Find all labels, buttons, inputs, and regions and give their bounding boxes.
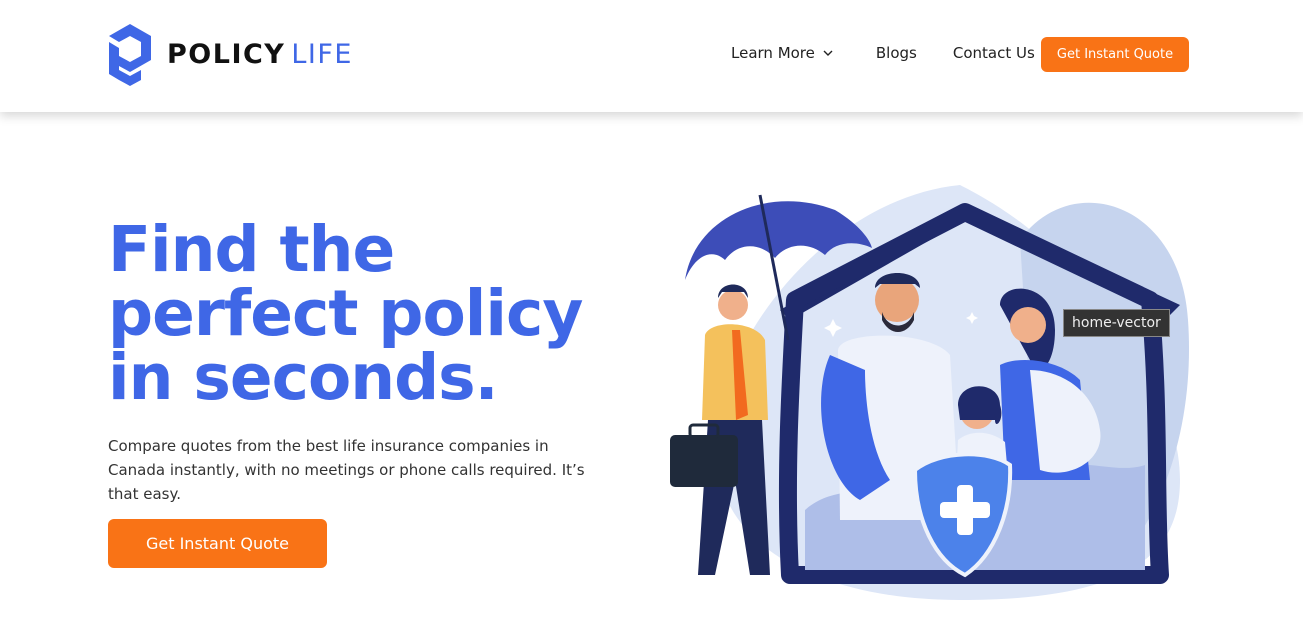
home-vector-illustration [670, 185, 1190, 600]
site-logo[interactable]: POLICY LIFE [107, 22, 353, 86]
header-get-quote-button[interactable]: Get Instant Quote [1041, 37, 1189, 72]
logo-text-life: LIFE [291, 38, 353, 70]
site-header: POLICY LIFE Learn More Blogs Contact Us G… [0, 0, 1303, 112]
nav-learn-more-label: Learn More [731, 44, 815, 62]
main-nav: Learn More Blogs Contact Us [731, 44, 1035, 62]
logo-wordmark: POLICY LIFE [167, 41, 353, 68]
hero-title: Find the perfect policy in seconds. [108, 213, 583, 414]
nav-learn-more[interactable]: Learn More [731, 44, 833, 62]
image-tooltip: home-vector [1063, 309, 1170, 337]
nav-blogs[interactable]: Blogs [876, 44, 917, 62]
hero-subtitle: Compare quotes from the best life insura… [108, 437, 585, 503]
nav-contact-us[interactable]: Contact Us [953, 44, 1035, 62]
logo-text-policy: POLICY [167, 38, 286, 70]
hero-get-quote-button[interactable]: Get Instant Quote [108, 519, 327, 568]
chevron-down-icon [823, 50, 833, 56]
policylife-logo-icon [109, 24, 151, 86]
